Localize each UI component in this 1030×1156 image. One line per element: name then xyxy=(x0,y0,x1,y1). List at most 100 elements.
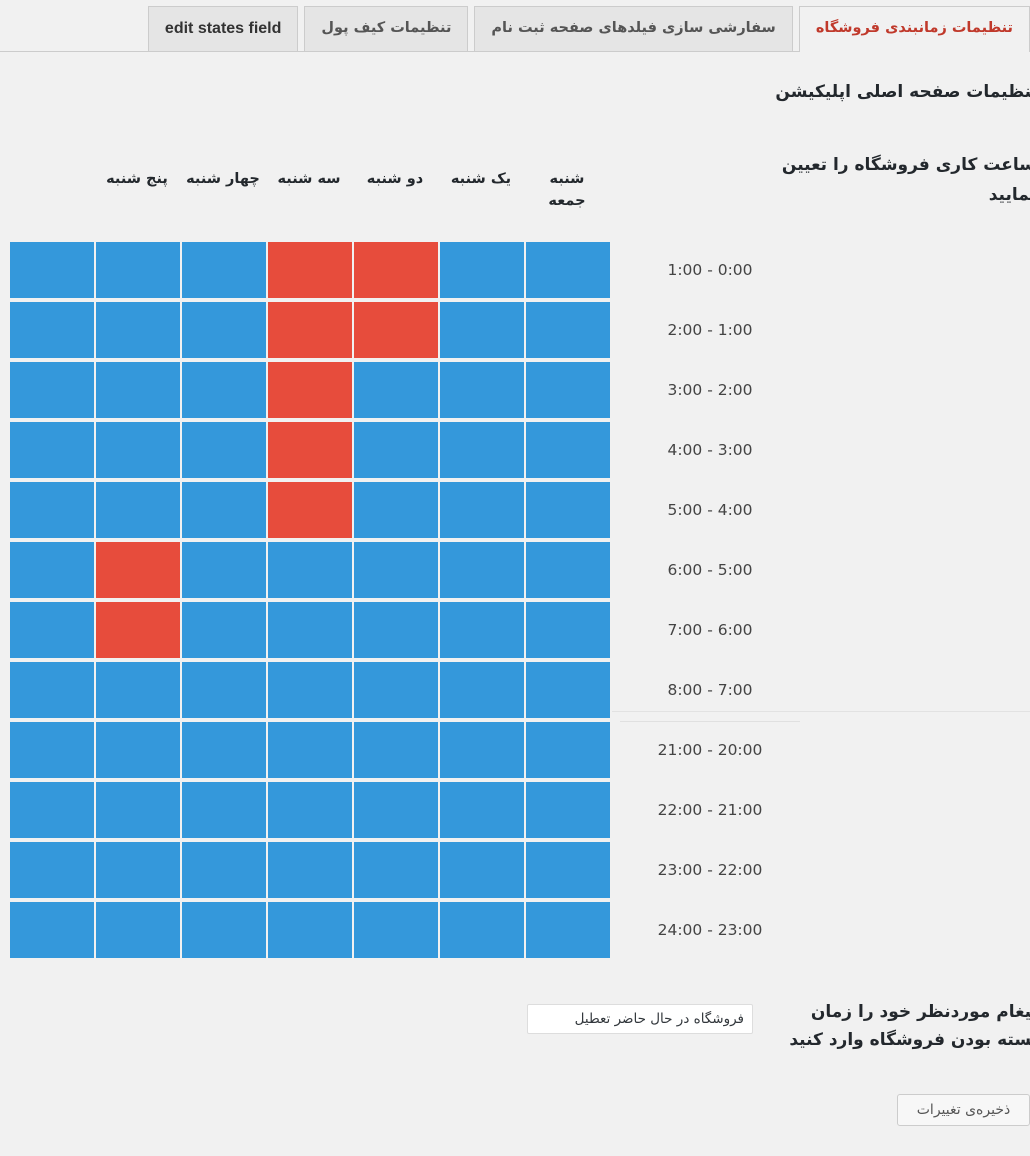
schedule-divider xyxy=(612,711,1030,712)
schedule-cell-5-3[interactable] xyxy=(268,542,352,598)
time-slot-label-5: 6:00 - 5:00 xyxy=(667,561,753,579)
tab-3[interactable]: edit states field xyxy=(147,6,299,51)
schedule-cell-10-2[interactable] xyxy=(354,842,438,898)
schedule-cell-0-2[interactable] xyxy=(354,242,438,298)
schedule-cell-0-4[interactable] xyxy=(182,242,266,298)
save-button[interactable]: ذخیره‌ی تغییرات xyxy=(897,1094,1030,1126)
tab-1[interactable]: سفارشی سازی فیلدهای صفحه ثبت نام xyxy=(474,6,793,51)
schedule-row xyxy=(10,242,610,302)
schedule-cell-4-2[interactable] xyxy=(354,482,438,538)
schedule-cell-4-1[interactable] xyxy=(440,482,524,538)
schedule-cell-7-6[interactable] xyxy=(10,662,94,718)
time-slot-label-11: 24:00 - 23:00 xyxy=(657,921,763,939)
schedule-cell-11-1[interactable] xyxy=(440,902,524,958)
schedule-cell-11-6[interactable] xyxy=(10,902,94,958)
schedule-cell-4-4[interactable] xyxy=(182,482,266,538)
schedule-cell-1-6[interactable] xyxy=(10,302,94,358)
schedule-cell-11-3[interactable] xyxy=(268,902,352,958)
schedule-cell-2-6[interactable] xyxy=(10,362,94,418)
schedule-cell-3-1[interactable] xyxy=(440,422,524,478)
schedule-cell-11-0[interactable] xyxy=(526,902,610,958)
schedule-cell-7-4[interactable] xyxy=(182,662,266,718)
schedule-cell-5-0[interactable] xyxy=(526,542,610,598)
schedule-cell-1-3[interactable] xyxy=(268,302,352,358)
schedule-row xyxy=(10,842,610,902)
schedule-row xyxy=(10,902,610,962)
schedule-cell-9-2[interactable] xyxy=(354,782,438,838)
schedule-cell-2-3[interactable] xyxy=(268,362,352,418)
schedule-cell-9-6[interactable] xyxy=(10,782,94,838)
schedule-row xyxy=(10,302,610,362)
schedule-cell-9-1[interactable] xyxy=(440,782,524,838)
schedule-cell-3-5[interactable] xyxy=(96,422,180,478)
schedule-cell-2-0[interactable] xyxy=(526,362,610,418)
schedule-cell-9-3[interactable] xyxy=(268,782,352,838)
schedule-cell-9-0[interactable] xyxy=(526,782,610,838)
schedule-cell-1-0[interactable] xyxy=(526,302,610,358)
schedule-cell-1-4[interactable] xyxy=(182,302,266,358)
schedule-cell-5-5[interactable] xyxy=(96,542,180,598)
schedule-cell-10-5[interactable] xyxy=(96,842,180,898)
schedule-cell-5-4[interactable] xyxy=(182,542,266,598)
schedule-cell-6-1[interactable] xyxy=(440,602,524,658)
schedule-cell-6-3[interactable] xyxy=(268,602,352,658)
schedule-cell-0-6[interactable] xyxy=(10,242,94,298)
schedule-cell-5-6[interactable] xyxy=(10,542,94,598)
tab-2[interactable]: تنظیمات کیف پول xyxy=(304,6,469,51)
schedule-cell-2-1[interactable] xyxy=(440,362,524,418)
schedule-cell-4-6[interactable] xyxy=(10,482,94,538)
tab-0[interactable]: تنظیمات زمانبندی فروشگاه xyxy=(798,6,1030,52)
schedule-cell-0-0[interactable] xyxy=(526,242,610,298)
schedule-cell-1-2[interactable] xyxy=(354,302,438,358)
schedule-cell-3-0[interactable] xyxy=(526,422,610,478)
schedule-cell-1-1[interactable] xyxy=(440,302,524,358)
schedule-cell-4-0[interactable] xyxy=(526,482,610,538)
schedule-cell-10-1[interactable] xyxy=(440,842,524,898)
time-slot-label-1: 2:00 - 1:00 xyxy=(667,321,753,339)
schedule-cell-6-0[interactable] xyxy=(526,602,610,658)
schedule-cell-9-5[interactable] xyxy=(96,782,180,838)
schedule-cell-2-2[interactable] xyxy=(354,362,438,418)
schedule-cell-11-5[interactable] xyxy=(96,902,180,958)
schedule-cell-3-3[interactable] xyxy=(268,422,352,478)
schedule-cell-10-6[interactable] xyxy=(10,842,94,898)
schedule-cell-10-4[interactable] xyxy=(182,842,266,898)
schedule-cell-6-2[interactable] xyxy=(354,602,438,658)
schedule-cell-2-4[interactable] xyxy=(182,362,266,418)
schedule-cell-3-4[interactable] xyxy=(182,422,266,478)
day-header-4: چهار شنبه xyxy=(186,171,260,187)
schedule-cell-8-5[interactable] xyxy=(96,722,180,778)
page-title-text: تنظیمات صفحه اصلی اپلیکیشن xyxy=(775,82,1030,102)
schedule-cell-5-1[interactable] xyxy=(440,542,524,598)
schedule-cell-1-5[interactable] xyxy=(96,302,180,358)
schedule-cell-11-4[interactable] xyxy=(182,902,266,958)
schedule-cell-3-6[interactable] xyxy=(10,422,94,478)
closed-message-input[interactable] xyxy=(527,1004,753,1034)
schedule-cell-0-1[interactable] xyxy=(440,242,524,298)
schedule-cell-10-3[interactable] xyxy=(268,842,352,898)
schedule-cell-3-2[interactable] xyxy=(354,422,438,478)
schedule-cell-7-3[interactable] xyxy=(268,662,352,718)
schedule-cell-7-1[interactable] xyxy=(440,662,524,718)
schedule-cell-7-0[interactable] xyxy=(526,662,610,718)
schedule-cell-8-2[interactable] xyxy=(354,722,438,778)
schedule-cell-4-3[interactable] xyxy=(268,482,352,538)
schedule-cell-10-0[interactable] xyxy=(526,842,610,898)
schedule-cell-8-6[interactable] xyxy=(10,722,94,778)
schedule-cell-6-5[interactable] xyxy=(96,602,180,658)
schedule-cell-0-5[interactable] xyxy=(96,242,180,298)
schedule-cell-2-5[interactable] xyxy=(96,362,180,418)
schedule-cell-5-2[interactable] xyxy=(354,542,438,598)
schedule-cell-9-4[interactable] xyxy=(182,782,266,838)
schedule-cell-7-5[interactable] xyxy=(96,662,180,718)
schedule-cell-8-0[interactable] xyxy=(526,722,610,778)
schedule-cell-8-1[interactable] xyxy=(440,722,524,778)
schedule-cell-8-4[interactable] xyxy=(182,722,266,778)
schedule-cell-4-5[interactable] xyxy=(96,482,180,538)
schedule-cell-8-3[interactable] xyxy=(268,722,352,778)
schedule-cell-6-4[interactable] xyxy=(182,602,266,658)
schedule-cell-11-2[interactable] xyxy=(354,902,438,958)
schedule-cell-0-3[interactable] xyxy=(268,242,352,298)
schedule-cell-7-2[interactable] xyxy=(354,662,438,718)
schedule-cell-6-6[interactable] xyxy=(10,602,94,658)
